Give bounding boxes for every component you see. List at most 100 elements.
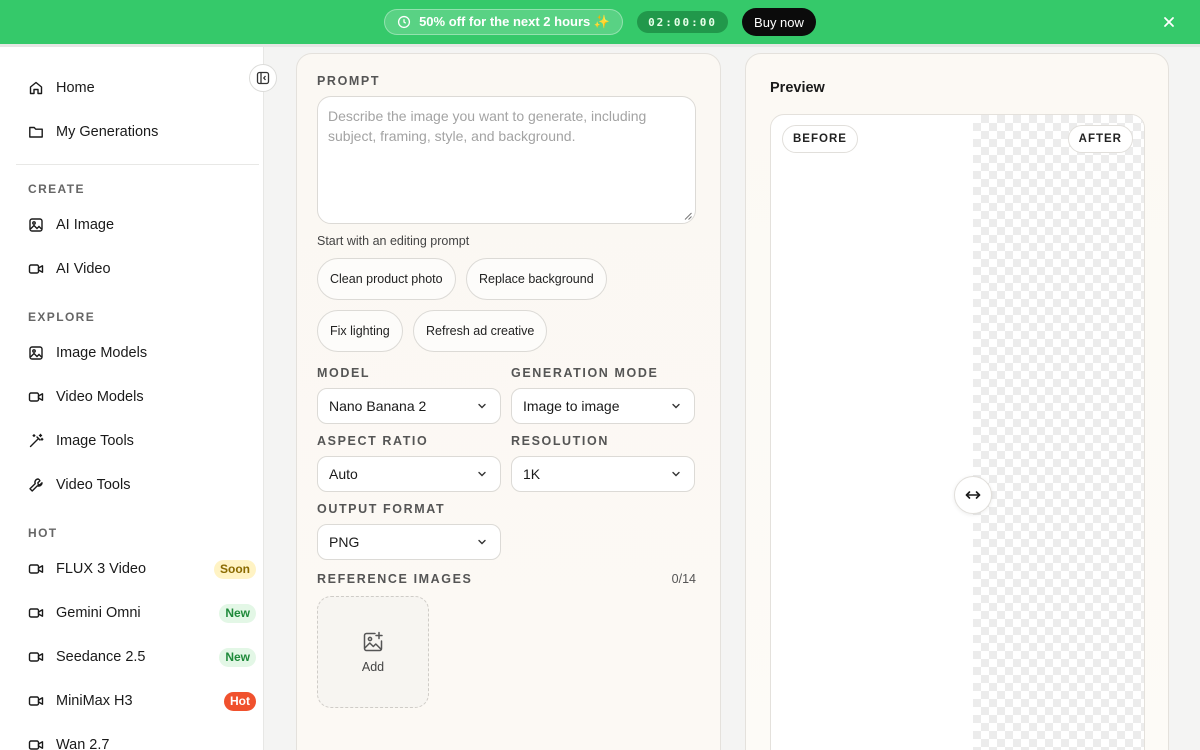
chip-fix-lighting[interactable]: Fix lighting bbox=[317, 310, 403, 352]
transparency-checkerboard bbox=[973, 115, 1144, 750]
generation-mode-value: Image to image bbox=[523, 398, 620, 414]
sidebar-item-label: Home bbox=[56, 80, 95, 96]
section-head-hot: HOT bbox=[28, 526, 58, 540]
image-icon bbox=[29, 218, 43, 232]
reference-images-label: REFERENCE IMAGES bbox=[317, 572, 473, 586]
sidebar-item-image-tools[interactable]: Image Tools bbox=[28, 429, 256, 453]
sidebar-item-label: MiniMax H3 bbox=[56, 693, 133, 709]
sidebar-item-flux-3-video[interactable]: FLUX 3 Video Soon bbox=[28, 557, 256, 581]
before-label: BEFORE bbox=[782, 125, 858, 153]
generation-mode-label: GENERATION MODE bbox=[511, 366, 659, 380]
reference-images-count: 0/14 bbox=[671, 572, 696, 586]
model-label: MODEL bbox=[317, 366, 371, 380]
status-badge: Hot bbox=[224, 691, 256, 711]
video-icon bbox=[28, 696, 44, 706]
sidebar-item-label: Image Models bbox=[56, 345, 148, 361]
sidebar-item-video-tools[interactable]: Video Tools bbox=[28, 473, 256, 497]
after-label: AFTER bbox=[1067, 125, 1133, 153]
prompt-label: PROMPT bbox=[317, 74, 381, 88]
prompt-textarea[interactable]: Describe the image you want to generate,… bbox=[317, 96, 696, 224]
sidebar-item-home[interactable]: Home bbox=[28, 76, 256, 100]
chevron-down-icon bbox=[478, 403, 486, 409]
section-head-explore: EXPLORE bbox=[28, 310, 96, 324]
sidebar-item-label: My Generations bbox=[56, 124, 159, 140]
output-format-value: PNG bbox=[329, 534, 360, 550]
resolution-label: RESOLUTION bbox=[511, 434, 609, 448]
sidebar-item-label: Seedance 2.5 bbox=[56, 649, 146, 665]
sidebar: Home My Generations CREATE AI Image AI V… bbox=[0, 47, 264, 750]
sidebar-item-minimax-h3[interactable]: MiniMax H3 Hot bbox=[28, 689, 256, 713]
model-value: Nano Banana 2 bbox=[329, 398, 427, 414]
sidebar-item-label: AI Image bbox=[56, 217, 115, 233]
sidebar-item-label: Video Models bbox=[56, 389, 144, 405]
sidebar-item-image-models[interactable]: Image Models bbox=[28, 341, 256, 365]
home-icon bbox=[29, 81, 43, 95]
promo-banner: 50% off for the next 2 hours ✨ 02:00:00 … bbox=[0, 0, 1200, 44]
countdown-timer: 02:00:00 bbox=[637, 11, 729, 33]
generation-form-panel: PROMPT Describe the image you want to ge… bbox=[296, 53, 721, 750]
sidebar-item-wan-2-7[interactable]: Wan 2.7 bbox=[28, 733, 256, 750]
sidebar-item-my-generations[interactable]: My Generations bbox=[28, 120, 256, 144]
magic-wand-icon bbox=[29, 433, 44, 448]
chip-replace-background[interactable]: Replace background bbox=[466, 258, 607, 300]
video-icon bbox=[28, 392, 44, 402]
collapse-sidebar-button[interactable] bbox=[249, 64, 277, 92]
video-icon bbox=[28, 564, 44, 574]
chevron-down-icon bbox=[672, 471, 680, 477]
output-format-select[interactable]: PNG bbox=[317, 524, 501, 560]
chevron-down-icon bbox=[672, 403, 680, 409]
resolution-value: 1K bbox=[523, 466, 541, 482]
close-banner-button[interactable] bbox=[1160, 13, 1178, 31]
status-badge: New bbox=[219, 647, 256, 667]
sidebar-item-gemini-omni[interactable]: Gemini Omni New bbox=[28, 601, 256, 625]
sidebar-item-label: FLUX 3 Video bbox=[56, 561, 147, 577]
aspect-ratio-label: ASPECT RATIO bbox=[317, 434, 429, 448]
prompt-placeholder: Describe the image you want to generate,… bbox=[328, 108, 647, 144]
before-after-compare[interactable]: BEFORE AFTER bbox=[770, 114, 1145, 750]
preview-title: Preview bbox=[770, 80, 825, 96]
output-format-label: OUTPUT FORMAT bbox=[317, 502, 446, 516]
promo-pill: 50% off for the next 2 hours ✨ bbox=[384, 9, 624, 35]
sidebar-item-seedance-2-5[interactable]: Seedance 2.5 New bbox=[28, 645, 256, 669]
image-icon bbox=[29, 346, 43, 360]
chip-refresh-ad-creative[interactable]: Refresh ad creative bbox=[413, 310, 548, 352]
resize-grip-icon[interactable] bbox=[684, 212, 692, 220]
video-icon bbox=[28, 652, 44, 662]
generation-mode-select[interactable]: Image to image bbox=[511, 388, 695, 424]
compare-slider-handle[interactable] bbox=[954, 476, 992, 514]
clock-icon bbox=[397, 15, 411, 29]
close-icon bbox=[1164, 17, 1174, 27]
sidebar-item-label: Image Tools bbox=[56, 433, 134, 449]
wrench-icon bbox=[29, 478, 43, 492]
sidebar-item-label: Video Tools bbox=[56, 477, 131, 493]
chevron-down-icon bbox=[478, 471, 486, 477]
editing-prompt-hint: Start with an editing prompt bbox=[317, 234, 470, 248]
status-badge: New bbox=[219, 603, 256, 623]
section-head-create: CREATE bbox=[28, 182, 85, 196]
model-select[interactable]: Nano Banana 2 bbox=[317, 388, 501, 424]
sidebar-collapse-icon bbox=[256, 71, 270, 85]
buy-now-button[interactable]: Buy now bbox=[742, 8, 816, 36]
resolution-select[interactable]: 1K bbox=[511, 456, 695, 492]
folder-icon bbox=[29, 126, 43, 138]
aspect-ratio-value: Auto bbox=[329, 466, 358, 482]
aspect-ratio-select[interactable]: Auto bbox=[317, 456, 501, 492]
chip-clean-product-photo[interactable]: Clean product photo bbox=[317, 258, 456, 300]
status-badge: Soon bbox=[214, 559, 256, 579]
video-icon bbox=[28, 608, 44, 618]
sidebar-item-label: AI Video bbox=[56, 261, 111, 277]
video-icon bbox=[28, 740, 44, 750]
sidebar-item-label: Gemini Omni bbox=[56, 605, 141, 621]
video-icon bbox=[28, 264, 44, 274]
sidebar-item-ai-video[interactable]: AI Video bbox=[28, 257, 256, 281]
arrows-horizontal-icon bbox=[965, 491, 981, 499]
add-label: Add bbox=[361, 660, 385, 674]
add-reference-image-button[interactable]: Add bbox=[317, 596, 429, 708]
sidebar-item-video-models[interactable]: Video Models bbox=[28, 385, 256, 409]
sidebar-item-ai-image[interactable]: AI Image bbox=[28, 213, 256, 237]
sidebar-divider bbox=[16, 164, 259, 165]
promo-text: 50% off for the next 2 hours ✨ bbox=[419, 14, 611, 29]
chevron-down-icon bbox=[478, 539, 486, 545]
sidebar-item-label: Wan 2.7 bbox=[56, 737, 110, 750]
preview-panel: Preview BEFORE AFTER bbox=[745, 53, 1169, 750]
